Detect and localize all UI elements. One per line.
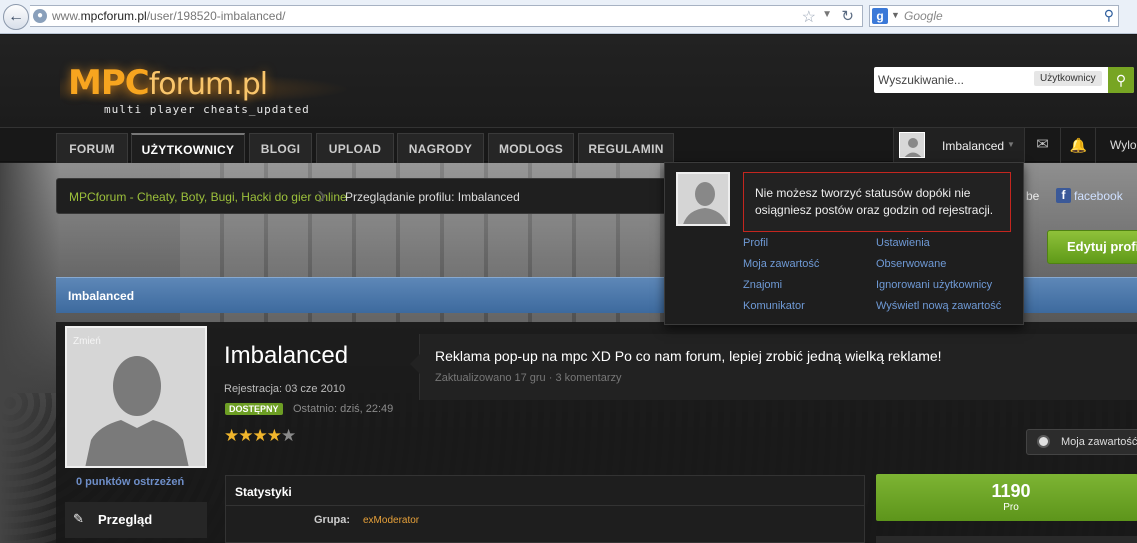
history-dropdown-icon[interactable]: ▼	[822, 9, 832, 20]
background-shadow	[0, 163, 60, 543]
chevron-down-icon: ▼	[1007, 140, 1015, 149]
status-text: Reklama pop-up na mpc XD Po co nam forum…	[435, 348, 942, 364]
browser-search-placeholder[interactable]: Google	[904, 9, 943, 23]
menu-item-following[interactable]: Obserwowane	[876, 258, 946, 270]
breadcrumb-current: Przeglądanie profilu: Imbalanced	[345, 190, 520, 204]
tab-modlogs[interactable]: MODLOGS	[488, 133, 574, 163]
url-domain: mpcforum.pl	[80, 9, 147, 23]
menu-item-my-content[interactable]: Moja zawartość	[743, 258, 819, 270]
tab-blogs[interactable]: BLOGI	[249, 133, 312, 163]
group-value: exModerator	[363, 515, 420, 526]
menu-item-new-content[interactable]: Wyświetl nową zawartość	[876, 300, 1001, 312]
share-link-fragment[interactable]: be	[1026, 189, 1039, 203]
reputation-value: 1190	[991, 481, 1031, 501]
facebook-icon: f	[1056, 188, 1071, 203]
avatar-change-link[interactable]: Zmień	[73, 336, 101, 347]
browser-search-box[interactable]: g ▼ Google ⚲	[869, 5, 1119, 27]
reputation-box: 1190 Pro	[876, 474, 1137, 521]
site-logo[interactable]: MPCforum.pl multi player cheats_updated	[60, 63, 350, 123]
tab-awards[interactable]: NAGRODY	[397, 133, 484, 163]
main-nav: FORUM UŻYTKOWNICY BLOGI UPLOAD NAGRODY M…	[0, 127, 1137, 163]
reputation-label: Pro	[1003, 502, 1019, 513]
logo-wordmark: MPCforum.pl	[68, 63, 268, 103]
user-menu-avatar	[899, 132, 925, 158]
profile-username: Imbalanced	[224, 342, 349, 369]
profile-bar-title: Imbalanced	[68, 289, 135, 303]
rating-stars[interactable]: ★★★★★	[224, 426, 296, 446]
dropdown-avatar[interactable]	[676, 172, 730, 226]
avatar-silhouette-icon	[85, 356, 189, 466]
search-submit-icon[interactable]: ⚲	[1108, 67, 1134, 93]
statistics-title: Statystyki	[235, 485, 292, 499]
statistics-header: Statystyki	[226, 476, 864, 506]
pencil-icon: ✎	[73, 511, 84, 526]
sidebar-item-label: Przegląd	[98, 512, 153, 527]
star-empty-icon[interactable]: ★	[281, 426, 296, 445]
google-icon[interactable]: g	[872, 8, 888, 24]
status-badge: DOSTĘPNY	[225, 403, 283, 415]
star-icon[interactable]: ★	[253, 426, 268, 445]
profile-main: Zmień 0 punktów ostrzeżeń ✎ Przegląd Imb…	[56, 322, 1137, 543]
search-engine-dropdown-icon[interactable]: ▼	[891, 10, 900, 20]
status-pointer	[410, 354, 420, 374]
site-search-input[interactable]	[878, 72, 1028, 88]
menu-item-ignored-users[interactable]: Ignorowani użytkownicy	[876, 279, 992, 291]
site-search: Użytkownicy ⚲	[874, 67, 1134, 93]
tab-users[interactable]: UŻYTKOWNICY	[131, 133, 245, 163]
breadcrumb-separator-icon: ›	[317, 179, 327, 210]
statistics-panel: Statystyki Grupa: exModerator	[225, 475, 865, 543]
star-icon[interactable]: ★	[238, 426, 253, 445]
tab-rules[interactable]: REGULAMIN	[578, 133, 674, 163]
menu-item-messenger[interactable]: Komunikator	[743, 300, 805, 312]
avatar[interactable]: Zmień	[65, 326, 207, 468]
edit-profile-button[interactable]: Edytuj profi	[1047, 230, 1137, 264]
user-menu-name: Imbalanced	[942, 139, 1005, 153]
globe-icon: ●	[33, 9, 47, 23]
menu-item-profile[interactable]: Profil	[743, 237, 768, 249]
search-icon[interactable]: ⚲	[1104, 7, 1114, 24]
reload-icon[interactable]: ↻	[841, 7, 854, 25]
facebook-label: facebook	[1074, 189, 1123, 203]
logo-main-text: MPC	[68, 63, 150, 103]
bell-icon[interactable]: 🔔	[1062, 128, 1096, 163]
logout-link[interactable]: Wylog	[1110, 138, 1137, 152]
registration-date: Rejestracja: 03 cze 2010	[224, 383, 346, 395]
search-content-icon	[1037, 435, 1050, 448]
url-path: /user/198520-imbalanced/	[146, 9, 286, 23]
latest-status: Reklama pop-up na mpc XD Po co nam forum…	[410, 334, 1137, 400]
my-content-label: Moja zawartość	[1061, 436, 1137, 448]
site-header: MPCforum.pl multi player cheats_updated …	[0, 35, 1137, 127]
logo-tagline: multi player cheats_updated	[104, 103, 310, 116]
search-scope-button[interactable]: Użytkownicy	[1034, 71, 1102, 86]
breadcrumb: MPCforum - Cheaty, Boty, Bugi, Hacki do …	[56, 178, 676, 214]
address-bar[interactable]: ● www.mpcforum.pl/user/198520-imbalanced…	[30, 5, 863, 27]
menu-item-settings[interactable]: Ustawienia	[876, 237, 930, 249]
url-text[interactable]: www.mpcforum.pl/user/198520-imbalanced/	[52, 9, 285, 23]
reputation-footer	[876, 536, 1137, 543]
user-menu-toggle[interactable]: Imbalanced ▼	[893, 128, 1025, 163]
group-label: Grupa:	[314, 514, 351, 526]
my-content-button[interactable]: Moja zawartość	[1026, 429, 1137, 455]
menu-item-friends[interactable]: Znajomi	[743, 279, 782, 291]
logo-suffix-text: forum.pl	[148, 67, 268, 102]
bookmark-star-icon[interactable]: ☆	[802, 7, 816, 27]
status-warning-message: Nie możesz tworzyć statusów dopóki nie o…	[743, 172, 1011, 232]
status-meta[interactable]: Zaktualizowano 17 gru · 3 komentarzy	[435, 372, 621, 384]
star-icon[interactable]: ★	[224, 426, 239, 445]
envelope-icon[interactable]: ✉	[1025, 128, 1061, 163]
star-icon[interactable]: ★	[267, 426, 282, 445]
breadcrumb-home-link[interactable]: MPCforum - Cheaty, Boty, Bugi, Hacki do …	[69, 190, 347, 204]
last-seen: Ostatnio: dziś, 22:49	[293, 403, 394, 415]
browser-toolbar: ← ● www.mpcforum.pl/user/198520-imbalanc…	[0, 0, 1137, 34]
warning-points[interactable]: 0 punktów ostrzeżeń	[76, 476, 184, 488]
tab-upload[interactable]: UPLOAD	[316, 133, 394, 163]
user-dropdown-menu: Nie możesz tworzyć statusów dopóki nie o…	[664, 162, 1024, 325]
back-button[interactable]: ←	[3, 4, 29, 30]
sidebar-item-overview[interactable]: ✎ Przegląd	[65, 502, 207, 538]
url-prefix: www.	[52, 9, 81, 23]
tab-forum[interactable]: FORUM	[56, 133, 128, 163]
